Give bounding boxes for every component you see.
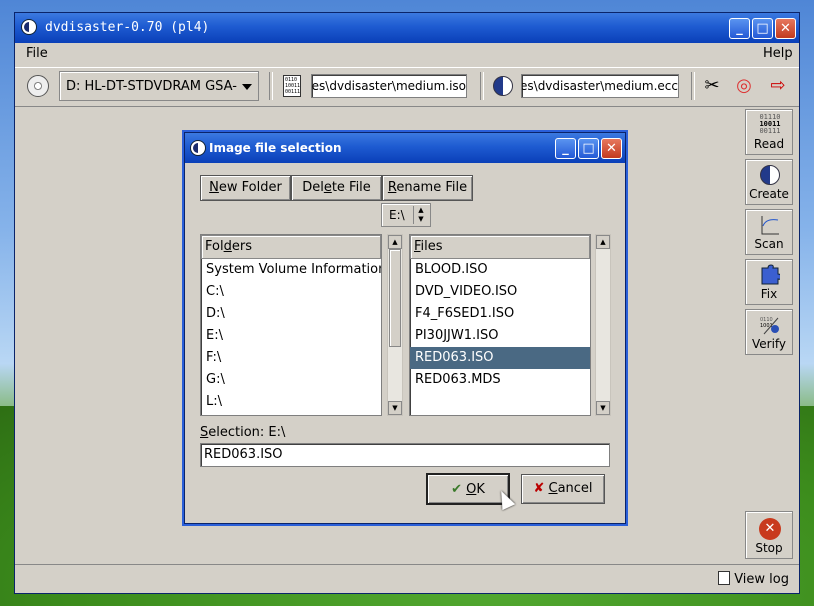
- log-icon: [718, 571, 731, 585]
- toolbar-separator: [691, 72, 695, 100]
- file-list-item[interactable]: F4_F6SED1.ISO: [410, 303, 590, 325]
- image-path-field[interactable]: iles\dvdisaster\medium.iso: [311, 74, 467, 98]
- folder-list-item[interactable]: G:\: [201, 369, 381, 391]
- app-icon: [21, 19, 37, 35]
- create-label: Create: [749, 187, 789, 201]
- files-list[interactable]: Files BLOOD.ISO DVD_VIDEO.ISO F4_F6SED1.IS…: [409, 234, 591, 416]
- statusbar: View log: [15, 564, 799, 593]
- cancel-button[interactable]: ✘ Cancel: [521, 474, 605, 504]
- toolbar: D: HL-DT-STDVDRAM GSA-H 0110 10011 00111 i…: [15, 67, 799, 107]
- stop-icon: ✕: [759, 518, 781, 540]
- verify-icon: 01101001: [760, 317, 779, 335]
- scroll-up-icon[interactable]: ▲: [388, 235, 402, 249]
- selection-label: Selection: E:\: [200, 425, 286, 440]
- yin-yang-icon: [760, 165, 780, 185]
- view-log-label: View log: [734, 572, 789, 587]
- file-list-item[interactable]: RED063.MDS: [410, 369, 590, 391]
- quit-icon[interactable]: ⇨: [767, 75, 789, 97]
- cancel-x-icon: ✘: [533, 481, 545, 496]
- dialog-app-icon: [190, 140, 206, 156]
- files-header[interactable]: Files: [410, 235, 590, 259]
- folders-header[interactable]: Folders: [201, 235, 381, 259]
- binary-file-icon[interactable]: 0110 10011 00111: [283, 75, 301, 97]
- preferences-icon[interactable]: ✂: [701, 75, 723, 97]
- close-button[interactable]: ✕: [775, 18, 796, 39]
- cd-drive-icon: [27, 75, 49, 97]
- verify-label: Verify: [751, 337, 787, 351]
- maximize-button[interactable]: □: [752, 18, 773, 39]
- dialog-titlebar[interactable]: Image file selection _ □ ✕: [185, 133, 625, 163]
- create-button[interactable]: Create: [745, 159, 793, 205]
- stop-label: Stop: [755, 541, 783, 555]
- minimize-button[interactable]: _: [729, 18, 750, 39]
- stop-button[interactable]: ✕ Stop: [745, 511, 793, 559]
- spin-arrows-icon[interactable]: ▲ ▼: [413, 206, 428, 224]
- folder-list-item[interactable]: D:\: [201, 303, 381, 325]
- scan-button[interactable]: Scan: [745, 209, 793, 255]
- files-scrollbar[interactable]: ▲ ▼: [595, 234, 611, 416]
- fix-button[interactable]: Fix: [745, 259, 793, 305]
- check-icon: ✔: [451, 482, 462, 497]
- file-list-item[interactable]: RED063.ISO: [410, 347, 590, 369]
- drive-select-value: D: HL-DT-STDVDRAM GSA-H: [66, 79, 238, 94]
- scan-curve-icon: [761, 216, 779, 235]
- toolbar-separator: [269, 72, 273, 100]
- ecc-file-icon[interactable]: [493, 76, 513, 96]
- drive-spinner-value: E:\: [389, 208, 405, 222]
- window-title: dvdisaster-0.70 (pl4): [45, 20, 210, 35]
- view-log-button[interactable]: View log: [718, 571, 789, 587]
- fix-label: Fix: [760, 287, 778, 301]
- read-binary-icon: 01110 10011 00111: [759, 113, 781, 135]
- puzzle-icon: [761, 264, 780, 285]
- folder-list-item[interactable]: F:\: [201, 347, 381, 369]
- main-titlebar[interactable]: dvdisaster-0.70 (pl4) _ □ ✕: [15, 13, 799, 43]
- chevron-down-icon: [242, 84, 252, 90]
- menu-file[interactable]: File: [26, 46, 48, 61]
- folders-list[interactable]: Folders System Volume Information\ C:\ D:\…: [200, 234, 382, 416]
- image-file-selection-dialog: Image file selection _ □ ✕ New Folder De…: [184, 132, 626, 524]
- folder-list-item[interactable]: E:\: [201, 325, 381, 347]
- rename-file-button[interactable]: Rename File: [382, 175, 473, 201]
- file-list-item[interactable]: PI30JJW1.ISO: [410, 325, 590, 347]
- verify-button[interactable]: 0110 1001 Verify: [745, 309, 793, 355]
- scroll-thumb[interactable]: [389, 249, 401, 347]
- scan-label: Scan: [754, 237, 784, 251]
- scroll-down-icon[interactable]: ▼: [596, 401, 610, 415]
- read-button[interactable]: 01110 10011 00111 Read: [745, 109, 793, 155]
- dialog-maximize-button[interactable]: □: [578, 138, 599, 159]
- scroll-down-icon[interactable]: ▼: [388, 401, 402, 415]
- menu-help[interactable]: Help: [763, 46, 793, 61]
- ecc-path-field[interactable]: es\dvdisaster\medium.ecc: [521, 74, 679, 98]
- delete-file-button[interactable]: Delete File: [291, 175, 382, 201]
- drive-spinner[interactable]: E:\ ▲ ▼: [381, 203, 431, 227]
- folder-list-item[interactable]: L:\: [201, 391, 381, 413]
- toolbar-separator: [480, 72, 484, 100]
- folders-scrollbar[interactable]: ▲ ▼: [387, 234, 403, 416]
- scroll-up-icon[interactable]: ▲: [596, 235, 610, 249]
- drive-select[interactable]: D: HL-DT-STDVDRAM GSA-H: [59, 71, 259, 101]
- dialog-title: Image file selection: [209, 141, 342, 155]
- help-lifebuoy-icon[interactable]: ◎: [733, 75, 755, 97]
- new-folder-button[interactable]: New Folder: [200, 175, 291, 201]
- folder-list-item[interactable]: C:\: [201, 281, 381, 303]
- file-list-item[interactable]: DVD_VIDEO.ISO: [410, 281, 590, 303]
- file-list-item[interactable]: BLOOD.ISO: [410, 259, 590, 281]
- folder-list-item[interactable]: System Volume Information\: [201, 259, 381, 281]
- menubar: File Help: [15, 43, 799, 65]
- dialog-close-button[interactable]: ✕: [601, 138, 622, 159]
- dialog-minimize-button[interactable]: _: [555, 138, 576, 159]
- read-label: Read: [753, 137, 785, 151]
- selection-input[interactable]: RED063.ISO: [200, 443, 610, 467]
